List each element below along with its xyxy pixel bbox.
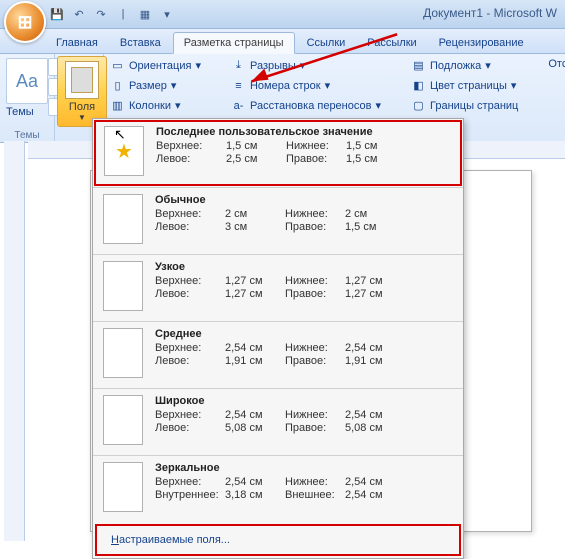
borders-icon: ▢: [411, 98, 426, 113]
title-bar: ⊞ 💾 ↶ ↷ | ▦ ▾ Документ1 - Microsoft W: [0, 0, 565, 29]
preset-title: Среднее: [155, 328, 453, 340]
themes-group-label: Темы: [0, 130, 54, 141]
margins-label: Поля: [69, 101, 95, 113]
preset-title: Широкое: [155, 395, 453, 407]
columns-button[interactable]: ▥Колонки ▾: [110, 98, 201, 113]
linenumbers-icon: ≡: [231, 78, 246, 93]
margins-button[interactable]: Поля ▼: [57, 56, 107, 127]
breaks-button[interactable]: ⤓Разрывы ▾: [231, 58, 381, 73]
preset-thumb-icon: [104, 126, 144, 176]
size-button[interactable]: ▯Размер ▾: [110, 78, 201, 93]
tab-references[interactable]: Ссылки: [297, 33, 356, 53]
custom-margins-button[interactable]: Настраиваемые поля...: [95, 524, 461, 556]
qat-extra-icon[interactable]: ▦: [136, 5, 154, 23]
indent-label: Отсту: [548, 58, 565, 70]
document-title: Документ1 - Microsoft W: [423, 6, 557, 20]
margin-preset-item[interactable]: СреднееВерхнее:2,54 смНижнее:2,54 смЛево…: [93, 322, 463, 388]
preset-title: Узкое: [155, 261, 453, 273]
orientation-icon: ▭: [110, 58, 125, 73]
preset-thumb-icon: [103, 395, 143, 445]
orientation-button[interactable]: ▭Ориентация ▾: [110, 58, 201, 73]
hyphen-icon: a-: [231, 98, 246, 113]
save-icon[interactable]: 💾: [48, 5, 66, 23]
tab-insert[interactable]: Вставка: [110, 33, 171, 53]
preset-title: Зеркальное: [155, 462, 453, 474]
quick-access-toolbar: 💾 ↶ ↷ | ▦ ▾: [48, 5, 176, 23]
qat-dropdown-icon[interactable]: ▾: [158, 5, 176, 23]
watermark-icon: ▤: [411, 58, 426, 73]
themes-group: Aa Темы Темы: [0, 54, 55, 142]
margin-preset-item[interactable]: Последнее пользовательское значениеВерхн…: [94, 120, 462, 186]
preset-thumb-icon: [103, 462, 143, 512]
ribbon-tabs: Главная Вставка Разметка страницы Ссылки…: [0, 29, 565, 54]
margins-icon: [65, 61, 99, 99]
tab-mailings[interactable]: Рассылки: [357, 33, 426, 53]
preset-thumb-icon: [103, 328, 143, 378]
margin-preset-item[interactable]: ОбычноеВерхнее:2 смНижнее:2 смЛевое:3 см…: [93, 188, 463, 254]
preset-thumb-icon: [103, 261, 143, 311]
themes-icon: Aa: [16, 71, 38, 92]
tab-review[interactable]: Рецензирование: [429, 33, 534, 53]
pagecolor-icon: ◧: [411, 78, 426, 93]
watermark-button[interactable]: ▤Подложка ▾: [411, 58, 518, 73]
preset-thumb-icon: [103, 194, 143, 244]
page-borders-button[interactable]: ▢Границы страниц: [411, 98, 518, 113]
breaks-icon: ⤓: [231, 58, 246, 73]
margin-preset-item[interactable]: ШирокоеВерхнее:2,54 смНижнее:2,54 смЛево…: [93, 389, 463, 455]
columns-icon: ▥: [110, 98, 125, 113]
margin-preset-item[interactable]: ЗеркальноеВерхнее:2,54 смНижнее:2,54 смВ…: [93, 456, 463, 522]
tab-home[interactable]: Главная: [46, 33, 108, 53]
hyphenation-button[interactable]: a-Расстановка переносов ▾: [231, 98, 381, 113]
preset-title: Последнее пользовательское значение: [156, 126, 452, 138]
themes-button[interactable]: Aa: [6, 58, 48, 104]
undo-icon[interactable]: ↶: [70, 5, 88, 23]
themes-label: Темы: [6, 106, 48, 118]
vertical-ruler: [4, 141, 25, 541]
redo-icon[interactable]: ↷: [92, 5, 110, 23]
tab-page-layout[interactable]: Разметка страницы: [173, 32, 295, 54]
margins-dropdown: Последнее пользовательское значениеВерхн…: [92, 118, 464, 559]
preset-title: Обычное: [155, 194, 453, 206]
qat-sep: |: [114, 5, 132, 23]
size-icon: ▯: [110, 78, 125, 93]
margin-preset-item[interactable]: УзкоеВерхнее:1,27 смНижнее:1,27 смЛевое:…: [93, 255, 463, 321]
line-numbers-button[interactable]: ≡Номера строк ▾: [231, 78, 381, 93]
page-color-button[interactable]: ◧Цвет страницы ▾: [411, 78, 518, 93]
chevron-down-icon: ▼: [78, 113, 86, 122]
office-button[interactable]: ⊞: [4, 1, 46, 43]
